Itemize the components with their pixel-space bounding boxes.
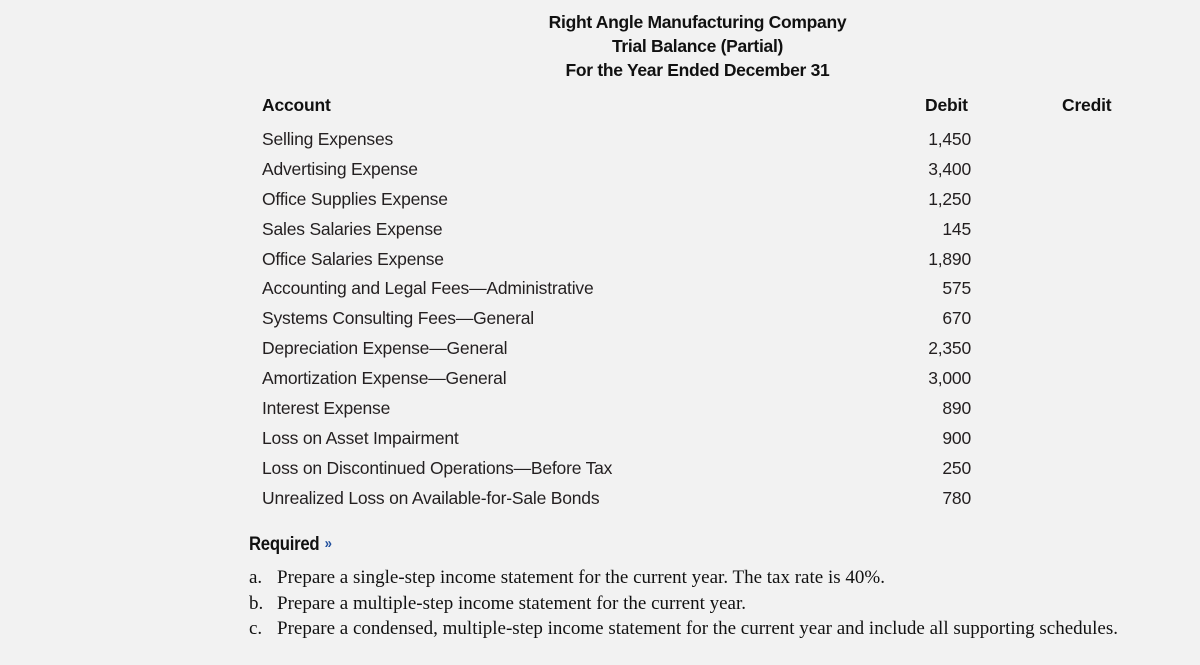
table-row: Office Salaries Expense 1,890 [0, 248, 1200, 278]
requirement-letter: a. [249, 567, 263, 588]
requirements-list: a. Prepare a single-step income statemen… [249, 565, 1149, 642]
table-row: Depreciation Expense—General 2,350 [0, 337, 1200, 367]
debit-amount: 1,450 [928, 129, 971, 149]
company-name: Right Angle Manufacturing Company [548, 12, 847, 32]
statement-period: For the Year Ended December 31 [565, 60, 830, 80]
double-chevron-right-icon: » [324, 535, 332, 552]
column-header-credit: Credit [1062, 95, 1112, 115]
requirement-item: b. Prepare a multiple-step income statem… [249, 591, 1149, 617]
account-name: Office Salaries Expense [262, 248, 444, 269]
debit-amount: 250 [942, 457, 971, 478]
account-name: Loss on Discontinued Operations—Before T… [262, 457, 613, 478]
statement-name: Trial Balance (Partial) [611, 36, 784, 56]
account-name: Selling Expenses [262, 129, 394, 149]
table-row: Interest Expense 890 [0, 397, 1200, 427]
statement-heading: Right Angle Manufacturing Company Trial … [0, 10, 1200, 82]
account-name: Interest Expense [262, 398, 391, 419]
table-row: Unrealized Loss on Available-for-Sale Bo… [0, 487, 1200, 517]
account-name: Amortization Expense—General [262, 368, 507, 389]
debit-amount: 575 [942, 278, 971, 299]
debit-amount: 890 [942, 398, 971, 419]
debit-amount: 2,350 [928, 338, 971, 359]
account-name: Accounting and Legal Fees—Administrative [262, 278, 594, 299]
debit-amount: 1,890 [928, 248, 971, 269]
account-name: Systems Consulting Fees—General [262, 308, 534, 329]
debit-amount: 1,250 [928, 188, 971, 209]
required-heading: Required» [249, 534, 332, 556]
debit-amount: 3,400 [928, 158, 971, 179]
account-name: Advertising Expense [262, 158, 418, 179]
requirement-text: Prepare a multiple-step income statement… [277, 592, 747, 614]
table-row: Selling Expenses 1,450 [0, 128, 1200, 158]
column-header-account: Account [262, 95, 331, 115]
required-label: Required [249, 534, 320, 555]
debit-amount: 670 [942, 308, 971, 329]
account-name: Loss on Asset Impairment [262, 427, 459, 448]
debit-amount: 780 [942, 487, 971, 508]
table-row: Sales Salaries Expense 145 [0, 218, 1200, 248]
account-name: Unrealized Loss on Available-for-Sale Bo… [262, 487, 600, 508]
table-row: Amortization Expense—General 3,000 [0, 367, 1200, 397]
account-name: Office Supplies Expense [262, 188, 448, 209]
debit-amount: 3,000 [928, 368, 971, 389]
requirement-letter: b. [249, 592, 264, 614]
table-row: Advertising Expense 3,400 [0, 158, 1200, 188]
table-row: Office Supplies Expense 1,250 [0, 188, 1200, 218]
column-header-debit: Debit [925, 95, 968, 115]
requirement-item: a. Prepare a single-step income statemen… [249, 565, 1149, 591]
requirement-letter: c. [249, 618, 263, 639]
trial-balance-table: Selling Expenses 1,450 Advertising Expen… [0, 128, 1200, 517]
table-row: Accounting and Legal Fees—Administrative… [0, 277, 1200, 307]
table-row: Loss on Discontinued Operations—Before T… [0, 457, 1200, 487]
requirement-text: Prepare a single-step income statement f… [277, 567, 885, 588]
table-row: Loss on Asset Impairment 900 [0, 427, 1200, 457]
debit-amount: 900 [942, 427, 971, 448]
debit-amount: 145 [942, 218, 971, 239]
account-name: Depreciation Expense—General [262, 338, 508, 359]
requirement-item: c. Prepare a condensed, multiple-step in… [249, 616, 1149, 642]
requirement-text: Prepare a condensed, multiple-step incom… [277, 618, 1118, 639]
account-name: Sales Salaries Expense [262, 218, 443, 239]
table-row: Systems Consulting Fees—General 670 [0, 307, 1200, 337]
